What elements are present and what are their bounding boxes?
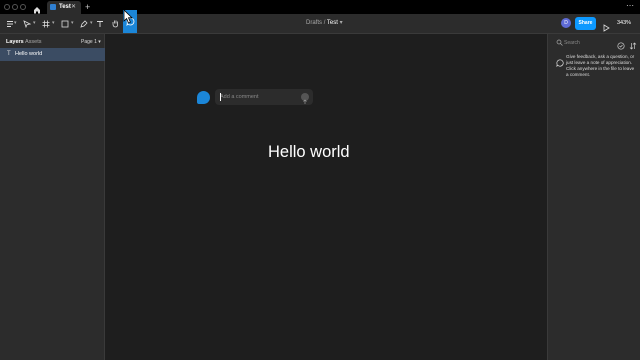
text-icon [97,20,103,27]
editor-toolbar: ▾ ▾ ▾ ▾ ▾ Drafts / Test ▾ D Share 343% [0,10,640,34]
chevron-down-icon: ▾ [98,39,101,45]
tab-assets[interactable]: Assets [25,38,42,46]
main-menu-icon [7,20,13,27]
comment-pin[interactable] [197,91,210,104]
chevron-down-icon[interactable]: ▾ [52,14,55,33]
file-tab[interactable]: Test ✕ [47,1,81,14]
tab-title: Test [59,4,71,10]
comment-composer [215,89,313,105]
text-caret [220,93,221,101]
title-bar: Test ✕ + ⋯ [0,0,640,14]
move-cursor-icon [23,19,31,28]
page-selector-label: Page 1 [81,39,97,45]
canvas-text-layer[interactable]: Hello world [268,142,350,162]
comment-search [556,38,612,47]
avatar[interactable]: D [561,18,571,28]
new-tab-button[interactable]: + [85,0,90,14]
text-tool-button[interactable] [92,14,108,33]
chevron-down-icon[interactable]: ▾ [340,20,343,26]
maximize-window-button[interactable] [20,4,26,10]
breadcrumb-file[interactable]: Test [327,20,338,26]
sort-icon[interactable] [629,37,637,55]
comment-bubble-icon [556,54,564,72]
rectangle-icon [61,20,69,27]
more-options-icon[interactable]: ⋯ [626,0,634,12]
tab-layers[interactable]: Layers [6,38,24,46]
submit-comment-button[interactable] [301,93,309,104]
tab-close-icon[interactable]: ✕ [71,2,76,13]
chevron-down-icon[interactable]: ▾ [33,14,36,33]
arrow-up-icon [303,99,307,104]
text-layer-icon: T [7,51,11,57]
search-icon [556,39,563,46]
comment-input[interactable] [220,92,290,102]
hand-tool-button[interactable] [107,14,123,33]
comments-hint-text: Give feedback, ask a question, or just l… [566,54,635,77]
minimize-window-button[interactable] [12,4,18,10]
hand-icon [112,20,118,28]
page-selector[interactable]: Page 1 ▾ [81,38,101,46]
breadcrumb: Drafts / Test ▾ [306,14,343,33]
frame-icon [42,20,50,27]
close-window-button[interactable] [4,4,10,10]
home-icon[interactable] [32,2,42,14]
layer-label: Hello world [15,51,43,57]
resolve-filter-icon[interactable] [617,37,625,55]
chevron-down-icon[interactable]: ▾ [71,14,74,33]
breadcrumb-separator: / [323,20,326,26]
pen-icon [80,19,88,28]
figma-file-icon [50,4,56,10]
layers-panel: Layers Assets Page 1 ▾ T Hello world [0,34,105,360]
share-button[interactable]: Share [575,17,596,30]
zoom-level[interactable]: 343% [617,14,631,33]
layer-item[interactable]: T Hello world [0,48,105,61]
breadcrumb-folder[interactable]: Drafts [306,20,322,26]
mouse-pointer-icon [123,9,134,29]
comments-panel: Give feedback, ask a question, or just l… [547,34,640,360]
chevron-down-icon[interactable]: ▾ [14,14,17,33]
search-input[interactable] [564,38,612,47]
